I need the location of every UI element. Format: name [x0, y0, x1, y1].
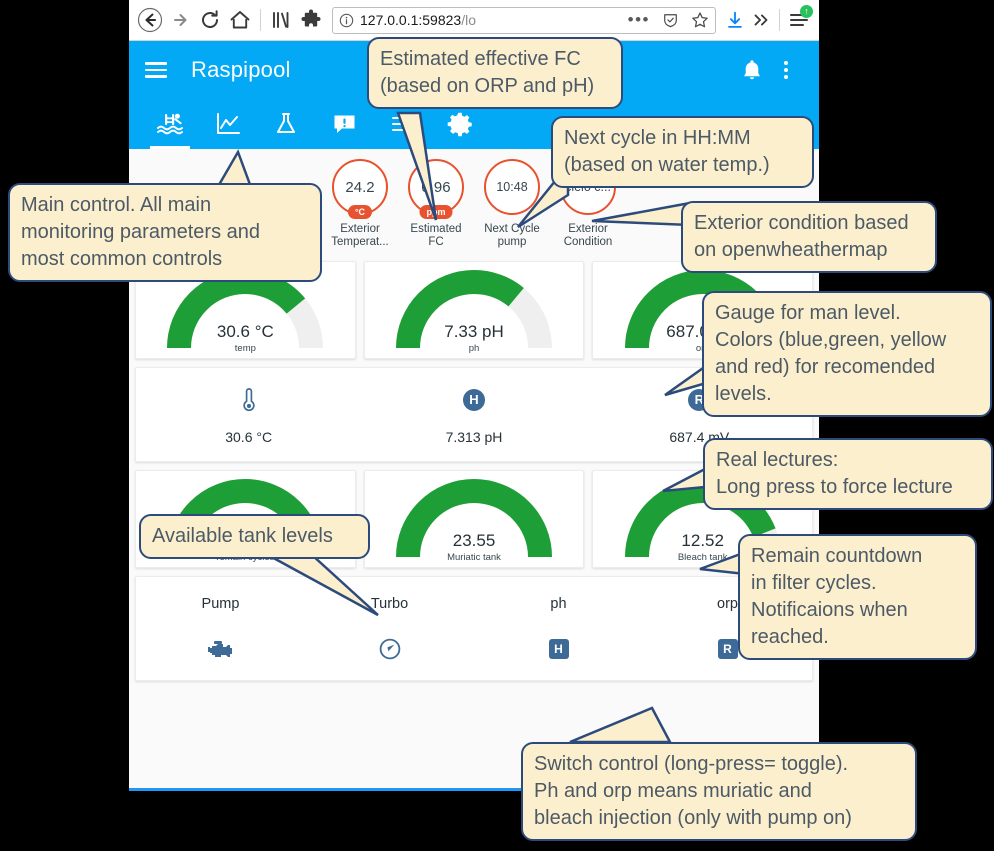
browser-toolbar: 127.0.0.1:59823/lo ••• ↑ — [129, 0, 819, 41]
callout-switch-control: Switch control (long-press= toggle). Ph … — [521, 742, 917, 841]
tab-alerts[interactable] — [315, 99, 373, 149]
callout-tank-levels: Available tank levels — [139, 514, 370, 559]
callout-exterior-condition: Exterior condition based on openwheather… — [681, 201, 937, 273]
url-text: 127.0.0.1:59823/lo — [360, 12, 622, 28]
reading-value: 30.6 °C — [225, 428, 273, 445]
hamburger-menu-icon[interactable] — [145, 58, 167, 82]
ph-square-icon: H — [548, 638, 569, 659]
callout-gauge-levels: Gauge for man level. Colors (blue,green,… — [702, 291, 992, 417]
extension-icon[interactable] — [296, 5, 326, 35]
gauge-label: ph — [468, 343, 480, 355]
reading-value: 7.313 pH — [445, 428, 503, 445]
url-bar[interactable]: 127.0.0.1:59823/lo ••• — [332, 6, 716, 34]
download-icon[interactable] — [722, 5, 748, 35]
orp-square-icon: R — [717, 638, 738, 659]
gauge-ph: 7.33 pH ph — [365, 262, 584, 358]
toolbar-right-group: ↑ — [722, 5, 813, 35]
update-arrow-icon[interactable]: ↑ — [800, 5, 813, 18]
gauge-value: 30.6 °C — [216, 322, 274, 342]
toolbar-divider-2 — [779, 9, 780, 31]
more-vertical-icon[interactable] — [769, 59, 803, 81]
url-path: /lo — [461, 12, 477, 28]
engine-icon — [136, 636, 305, 662]
status-circle-exterior-temp[interactable]: 24.2 °C Exterior Temperat... — [326, 159, 394, 249]
gauge-card-ph[interactable]: 7.33 pH ph — [363, 261, 585, 360]
reload-icon[interactable] — [195, 5, 225, 35]
speedometer-icon — [305, 636, 474, 662]
status-value: 24.2 — [345, 178, 375, 196]
gauge-label: temp — [234, 343, 256, 355]
gauge-value: 7.33 pH — [444, 322, 504, 342]
library-icon[interactable] — [266, 5, 296, 35]
callout-main-control: Main control. All main monitoring parame… — [8, 183, 322, 282]
screenshot-root: 127.0.0.1:59823/lo ••• ↑ Raspipool 24.2 … — [0, 0, 994, 851]
shield-icon[interactable] — [662, 12, 679, 29]
reading-temp[interactable]: 30.6 °C — [136, 385, 361, 445]
callout-remain-countdown: Remain countdown in filter cycles. Notif… — [738, 534, 977, 660]
notification-bell-icon[interactable] — [735, 58, 769, 82]
ellipsis-icon[interactable]: ••• — [628, 11, 650, 28]
switch-ph[interactable]: ph H — [474, 596, 643, 662]
status-label: Exterior Temperat... — [331, 223, 389, 249]
info-icon[interactable] — [339, 13, 354, 28]
callout-estimated-fc: Estimated effective FC (based on ORP and… — [367, 37, 623, 109]
reading-ph[interactable]: H 7.313 pH — [361, 385, 586, 445]
back-arrow-icon[interactable] — [135, 5, 165, 35]
url-host: 127.0.0.1:59823 — [360, 12, 462, 28]
double-chevron-icon[interactable] — [748, 5, 774, 35]
callout-tail-estimated-fc — [390, 95, 480, 225]
callout-real-lectures: Real lectures: Long press to force lectu… — [703, 438, 993, 510]
page-title: Raspipool — [191, 57, 291, 82]
ph-circle-icon: H — [462, 388, 485, 411]
status-label: Estimated FC — [410, 223, 462, 249]
switch-label: ph — [550, 595, 567, 612]
forward-arrow-icon[interactable] — [165, 5, 195, 35]
home-icon[interactable] — [225, 5, 255, 35]
status-badge: °C — [347, 205, 373, 219]
hamburger-menu-icon[interactable]: ↑ — [785, 5, 813, 33]
thermometer-icon — [136, 385, 361, 415]
callout-next-cycle: Next cycle in HH:MM (based on water temp… — [551, 116, 814, 188]
toolbar-divider — [260, 9, 261, 31]
star-icon[interactable] — [691, 11, 709, 29]
